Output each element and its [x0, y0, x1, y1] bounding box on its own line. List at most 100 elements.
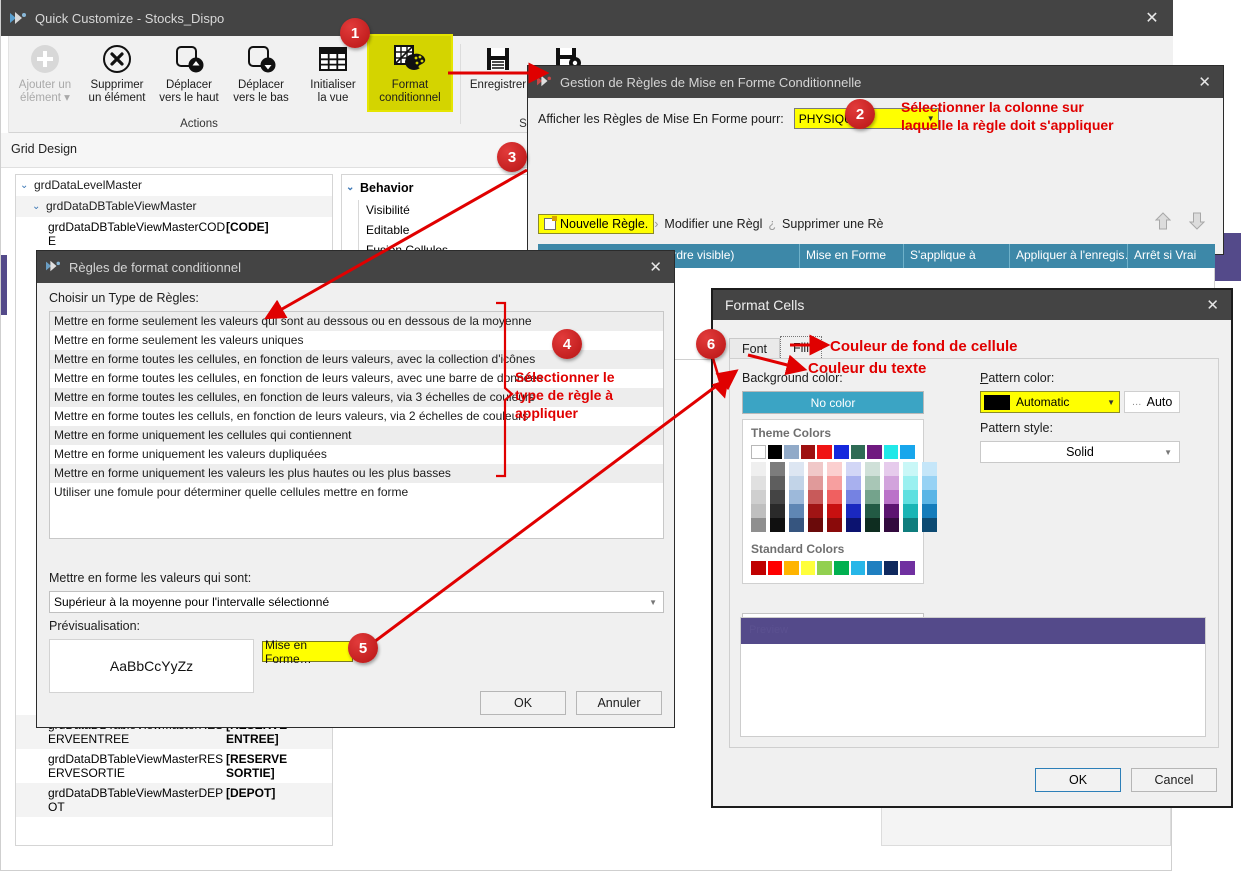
- theme-tint-swatch[interactable]: [922, 504, 937, 518]
- theme-tint-swatch[interactable]: [808, 518, 823, 532]
- tree-item-code[interactable]: grdDataDBTableViewMasterCODE [CODE]: [16, 217, 332, 251]
- theme-tint-swatch[interactable]: [827, 462, 842, 476]
- ribbon-button-add-element[interactable]: Ajouter un élément ▾: [9, 36, 81, 110]
- ribbon-button-remove-element[interactable]: Supprimer un élément: [81, 36, 153, 110]
- theme-tint-swatch[interactable]: [827, 518, 842, 532]
- theme-tint-swatch[interactable]: [751, 462, 766, 476]
- properties-section-behavior[interactable]: ⌄ Behavior: [342, 175, 540, 200]
- standard-swatch[interactable]: [784, 561, 799, 575]
- theme-tint-column[interactable]: [884, 462, 899, 532]
- standard-swatch[interactable]: [851, 561, 866, 575]
- move-up-icon[interactable]: [1155, 212, 1171, 230]
- pattern-style-select[interactable]: Solid ▼: [980, 441, 1180, 463]
- theme-tint-swatch[interactable]: [751, 504, 766, 518]
- list-item[interactable]: Mettre en forme uniquement les cellules …: [50, 426, 663, 445]
- list-item[interactable]: Mettre en forme seulement les valeurs qu…: [50, 312, 663, 331]
- theme-tint-swatch[interactable]: [846, 476, 861, 490]
- list-item[interactable]: Utiliser une fomule pour déterminer quel…: [50, 483, 663, 502]
- theme-tint-swatch[interactable]: [903, 476, 918, 490]
- theme-tint-column[interactable]: [789, 462, 804, 532]
- column-header-applies-to[interactable]: S'applique à: [904, 244, 1010, 268]
- theme-tint-swatch[interactable]: [846, 518, 861, 532]
- format-values-select[interactable]: Supérieur à la moyenne pour l'intervalle…: [49, 591, 664, 613]
- table-row[interactable]: grdDataDBTableViewMasterDEPOT [DEPOT]: [16, 783, 332, 817]
- theme-tint-swatch[interactable]: [751, 518, 766, 532]
- ribbon-button-move-up[interactable]: Déplacer vers le haut: [153, 36, 225, 110]
- auto-button[interactable]: … Auto: [1124, 391, 1180, 413]
- theme-tint-swatch[interactable]: [865, 476, 880, 490]
- theme-tint-swatch[interactable]: [865, 490, 880, 504]
- theme-tint-swatch[interactable]: [770, 504, 785, 518]
- standard-swatch[interactable]: [884, 561, 899, 575]
- theme-tint-swatch[interactable]: [846, 462, 861, 476]
- theme-swatch[interactable]: [817, 445, 832, 459]
- ok-button[interactable]: OK: [1035, 768, 1121, 792]
- theme-tint-column[interactable]: [865, 462, 880, 532]
- edit-rule-button[interactable]: Modifier une Règl: [658, 215, 768, 233]
- theme-tint-swatch[interactable]: [884, 462, 899, 476]
- theme-tint-swatch[interactable]: [884, 504, 899, 518]
- theme-tint-column[interactable]: [903, 462, 918, 532]
- theme-tint-swatch[interactable]: [922, 518, 937, 532]
- close-icon[interactable]: ✕: [1206, 296, 1223, 314]
- close-icon[interactable]: ✕: [649, 258, 666, 276]
- standard-swatch[interactable]: [834, 561, 849, 575]
- chevron-down-icon[interactable]: ⌄: [20, 178, 34, 193]
- tree-item-root[interactable]: ⌄ grdDataLevelMaster: [16, 175, 332, 196]
- no-color-button[interactable]: No color: [742, 391, 924, 414]
- theme-tint-swatch[interactable]: [789, 490, 804, 504]
- theme-swatch[interactable]: [834, 445, 849, 459]
- theme-tint-swatch[interactable]: [865, 518, 880, 532]
- tree-item-tableview[interactable]: ⌄ grdDataDBTableViewMaster: [16, 196, 332, 217]
- property-editable[interactable]: Editable: [342, 220, 540, 240]
- chevron-down-icon[interactable]: ▼: [649, 598, 657, 607]
- theme-swatch[interactable]: [768, 445, 783, 459]
- list-item[interactable]: Mettre en forme uniquement les valeurs l…: [50, 464, 663, 483]
- close-icon[interactable]: ✕: [1198, 73, 1215, 91]
- chevron-down-icon[interactable]: ⌄: [346, 180, 360, 195]
- theme-swatch[interactable]: [801, 445, 816, 459]
- main-close-button[interactable]: ✕: [1137, 6, 1167, 30]
- theme-tint-column[interactable]: [808, 462, 823, 532]
- theme-colors-tint-grid[interactable]: [751, 462, 915, 532]
- standard-swatch[interactable]: [801, 561, 816, 575]
- theme-tint-swatch[interactable]: [922, 476, 937, 490]
- theme-tint-column[interactable]: [922, 462, 937, 532]
- theme-tint-swatch[interactable]: [789, 476, 804, 490]
- theme-tint-swatch[interactable]: [770, 476, 785, 490]
- theme-tint-swatch[interactable]: [827, 476, 842, 490]
- theme-tint-column[interactable]: [846, 462, 861, 532]
- standard-swatch[interactable]: [751, 561, 766, 575]
- theme-colors-base-row[interactable]: [751, 445, 915, 459]
- cancel-button[interactable]: Annuler: [576, 691, 662, 715]
- theme-tint-swatch[interactable]: [808, 504, 823, 518]
- theme-tint-swatch[interactable]: [808, 462, 823, 476]
- theme-tint-swatch[interactable]: [903, 490, 918, 504]
- ok-button[interactable]: OK: [480, 691, 566, 715]
- new-rule-button[interactable]: Nouvelle Règle.: [538, 214, 654, 234]
- delete-rule-button[interactable]: Supprimer une Rè: [776, 215, 889, 233]
- theme-tint-column[interactable]: [770, 462, 785, 532]
- theme-tint-swatch[interactable]: [922, 462, 937, 476]
- theme-tint-swatch[interactable]: [903, 518, 918, 532]
- theme-swatch[interactable]: [884, 445, 899, 459]
- property-visibilite[interactable]: Visibilité: [342, 200, 540, 220]
- theme-tint-swatch[interactable]: [827, 490, 842, 504]
- standard-swatch[interactable]: [900, 561, 915, 575]
- chevron-down-icon[interactable]: ⌄: [32, 199, 46, 214]
- standard-swatch[interactable]: [867, 561, 882, 575]
- theme-tint-swatch[interactable]: [903, 462, 918, 476]
- theme-tint-swatch[interactable]: [770, 462, 785, 476]
- theme-swatch[interactable]: [900, 445, 915, 459]
- tab-font[interactable]: Font: [729, 338, 780, 360]
- ribbon-button-move-down[interactable]: Déplacer vers le bas: [225, 36, 297, 110]
- format-button[interactable]: Mise en Forme…: [262, 641, 353, 662]
- theme-tint-swatch[interactable]: [770, 518, 785, 532]
- tab-fill[interactable]: Fill: [780, 336, 822, 360]
- theme-tint-swatch[interactable]: [865, 504, 880, 518]
- theme-tint-swatch[interactable]: [884, 490, 899, 504]
- column-header-stop-if-true[interactable]: Arrêt si Vrai: [1128, 244, 1215, 268]
- theme-tint-swatch[interactable]: [865, 462, 880, 476]
- theme-tint-swatch[interactable]: [846, 490, 861, 504]
- pattern-color-select[interactable]: Automatic ▼: [980, 391, 1120, 413]
